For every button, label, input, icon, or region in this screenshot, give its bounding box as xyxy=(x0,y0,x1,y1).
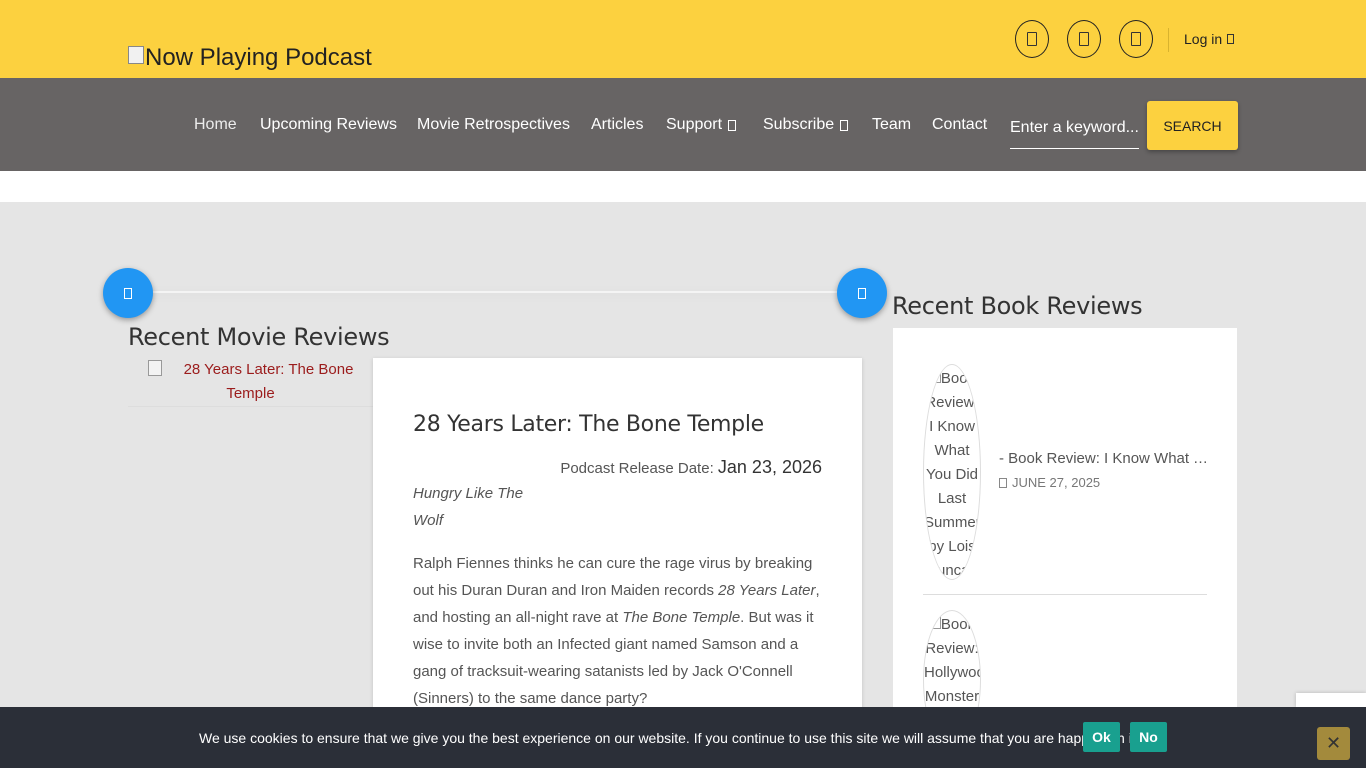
release-date-value: Jan 23, 2026 xyxy=(717,457,822,477)
release-date-row: Podcast Release Date: Jan 23, 2026 xyxy=(413,457,822,478)
nav-articles[interactable]: Articles xyxy=(591,116,643,134)
nav-subscribe[interactable]: Subscribe xyxy=(763,116,849,134)
carousel-next-button[interactable] xyxy=(837,268,887,318)
book-reviews-heading: Recent Book Reviews xyxy=(892,292,1143,320)
broken-image-icon xyxy=(128,46,144,64)
site-logo[interactable]: Now Playing Podcast xyxy=(128,44,372,72)
review-tagline: Hungry Like The Wolf xyxy=(413,485,524,529)
nav-contact[interactable]: Contact xyxy=(932,116,987,134)
login-label: Log in xyxy=(1184,31,1223,47)
cookie-no-button[interactable]: No xyxy=(1130,722,1167,752)
search-input[interactable] xyxy=(1010,108,1139,149)
clock-icon xyxy=(999,477,1007,488)
broken-image-icon xyxy=(928,369,941,383)
movie-thumbnail-alt: 28 Years Later: The Bone Temple xyxy=(183,361,354,402)
search-button[interactable]: SEARCH xyxy=(1147,101,1238,150)
nav-home[interactable]: Home xyxy=(194,116,237,134)
chevron-down-icon xyxy=(840,119,849,131)
book-thumbnail-alt: Book Review: Hollywood Monster xyxy=(924,616,980,705)
carousel-prev-button[interactable] xyxy=(103,268,153,318)
close-icon[interactable]: ✕ xyxy=(1317,727,1350,760)
movie-review-title[interactable]: 28 Years Later: The Bone Temple xyxy=(413,412,822,437)
nav-support-label: Support xyxy=(666,116,723,133)
book-thumbnail[interactable]: Book Review: I Know What You Did Last Su… xyxy=(923,364,981,580)
divider xyxy=(1168,28,1169,52)
book-thumbnail-alt: Book Review: I Know What You Did Last Su… xyxy=(924,370,981,579)
book-review-title[interactable]: - Book Review: I Know What You Did Last … xyxy=(999,450,1209,467)
chevron-right-icon xyxy=(858,287,866,299)
cookie-message: We use cookies to ensure that we give yo… xyxy=(199,730,1140,746)
cookie-ok-button[interactable]: Ok xyxy=(1083,722,1120,752)
nav-team[interactable]: Team xyxy=(872,116,911,134)
instagram-icon[interactable] xyxy=(1119,20,1153,58)
broken-image-icon xyxy=(147,360,162,376)
divider xyxy=(923,594,1207,595)
release-date-label: Podcast Release Date: xyxy=(560,460,714,477)
login-link[interactable]: Log in xyxy=(1184,31,1235,47)
login-icon xyxy=(1227,34,1235,44)
movie-reviews-heading: Recent Movie Reviews xyxy=(128,323,390,351)
nav-movie-retrospectives[interactable]: Movie Retrospectives xyxy=(417,116,570,134)
nav-upcoming-reviews[interactable]: Upcoming Reviews xyxy=(260,116,397,134)
broken-image-icon xyxy=(928,615,941,629)
twitter-icon[interactable] xyxy=(1067,20,1101,58)
carousel-track xyxy=(128,291,862,293)
chevron-left-icon xyxy=(124,287,132,299)
nav-support[interactable]: Support xyxy=(666,116,737,134)
facebook-icon[interactable] xyxy=(1015,20,1049,58)
book-review-item[interactable]: Book Review: I Know What You Did Last Su… xyxy=(923,364,1209,584)
nav-subscribe-label: Subscribe xyxy=(763,116,835,133)
header-spacer xyxy=(0,171,1366,202)
logo-alt-text: Now Playing Podcast xyxy=(145,44,372,71)
movie-thumbnail[interactable]: 28 Years Later: The Bone Temple xyxy=(128,358,373,407)
book-review-date: JUNE 27, 2025 xyxy=(999,475,1100,490)
recaptcha-badge xyxy=(1296,693,1366,707)
chevron-down-icon xyxy=(728,119,737,131)
book-reviews-panel: Book Review: I Know What You Did Last Su… xyxy=(893,328,1237,750)
movie-review-card: 28 Years Later: The Bone Temple Podcast … xyxy=(373,358,862,718)
review-excerpt: Ralph Fiennes thinks he can cure the rag… xyxy=(413,555,820,707)
